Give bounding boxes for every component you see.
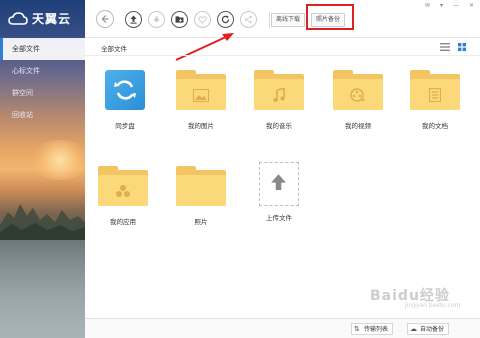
file-label: 照片 bbox=[194, 218, 208, 226]
sidebar-item-starred[interactable]: 心标文件 bbox=[0, 60, 85, 82]
status-bar: ⇅ 传输列表 ☁ 自动备份 bbox=[85, 318, 480, 338]
file-label: 同步盘 bbox=[115, 122, 135, 130]
download-icon bbox=[153, 16, 160, 23]
folder-icon bbox=[176, 166, 226, 206]
mountains-illustration bbox=[0, 204, 85, 240]
grid-view-icon[interactable] bbox=[458, 43, 466, 51]
share-icon bbox=[244, 15, 252, 24]
watermark-sub: jingyan.baidu.com bbox=[405, 302, 461, 309]
sidebar-item-label: 回收站 bbox=[12, 111, 33, 119]
cloud-logo-icon bbox=[8, 11, 28, 25]
heart-icon bbox=[198, 16, 207, 24]
sidebar-item-label: 群空间 bbox=[12, 89, 33, 97]
sidebar-nav: 全部文件 心标文件 群空间 回收站 bbox=[0, 38, 85, 126]
file-label: 我的文档 bbox=[422, 122, 448, 130]
water-reflection bbox=[0, 240, 85, 338]
toolbar-divider bbox=[269, 12, 270, 28]
sync-disk-icon bbox=[105, 70, 145, 110]
file-item-my-documents[interactable]: 我的文档 bbox=[405, 70, 465, 130]
upload-arrow-icon bbox=[271, 174, 286, 190]
transfer-icon: ⇅ bbox=[354, 325, 360, 333]
sidebar-item-group-space[interactable]: 群空间 bbox=[0, 82, 85, 104]
image-icon bbox=[193, 88, 209, 102]
file-item-my-apps[interactable]: 我的应用 bbox=[93, 166, 153, 226]
folder-icon bbox=[410, 70, 460, 110]
file-label: 上传文件 bbox=[266, 214, 292, 222]
back-arrow-icon bbox=[101, 15, 109, 23]
file-grid: 同步盘 我的图片 我的音乐 我的视频 我的文档 我的应用 照片 上传文件 bbox=[85, 56, 480, 318]
transfer-list-button[interactable]: ⇅ 传输列表 bbox=[351, 323, 394, 335]
upload-button[interactable] bbox=[125, 11, 142, 28]
app-logo: 天翼云 bbox=[8, 10, 71, 27]
folder-icon bbox=[98, 166, 148, 206]
minimize-icon[interactable]: — bbox=[453, 2, 459, 9]
file-item-photos[interactable]: 照片 bbox=[171, 166, 231, 226]
annotation-highlight-box bbox=[306, 4, 354, 30]
file-item-sync[interactable]: 同步盘 bbox=[95, 70, 155, 130]
app-name: 天翼云 bbox=[32, 12, 72, 26]
upload-placeholder bbox=[259, 162, 299, 206]
message-icon[interactable]: ✉ bbox=[425, 2, 430, 9]
file-label: 我的音乐 bbox=[266, 122, 292, 130]
toolbar: 离线下载 照片备份 ✉ ▾ — ✕ bbox=[85, 0, 480, 38]
music-note-icon bbox=[273, 88, 285, 102]
folder-icon bbox=[176, 70, 226, 110]
film-reel-icon bbox=[350, 88, 365, 102]
cloud-backup-icon: ☁ bbox=[410, 325, 417, 333]
file-item-my-pictures[interactable]: 我的图片 bbox=[171, 70, 231, 130]
breadcrumb[interactable]: 全部文件 bbox=[101, 43, 127, 53]
file-item-upload[interactable]: 上传文件 bbox=[249, 162, 309, 222]
content-header: 全部文件 bbox=[85, 38, 480, 56]
sidebar-item-all-files[interactable]: 全部文件 bbox=[0, 38, 85, 60]
sidebar-item-label: 全部文件 bbox=[12, 45, 40, 53]
apps-icon bbox=[116, 185, 130, 197]
file-label: 我的视频 bbox=[345, 122, 371, 130]
sidebar-item-label: 心标文件 bbox=[12, 67, 40, 75]
file-item-my-music[interactable]: 我的音乐 bbox=[249, 70, 309, 130]
file-label: 我的应用 bbox=[110, 218, 136, 226]
window-controls: ✉ ▾ — ✕ bbox=[425, 2, 474, 9]
share-button[interactable] bbox=[240, 11, 257, 28]
folder-icon bbox=[333, 70, 383, 110]
upload-icon bbox=[130, 15, 137, 24]
list-view-icon[interactable] bbox=[440, 43, 450, 51]
sunset-glow bbox=[30, 140, 85, 180]
menu-icon[interactable]: ▾ bbox=[440, 2, 443, 9]
transfer-label: 传输列表 bbox=[364, 326, 389, 333]
file-label: 我的图片 bbox=[188, 122, 214, 130]
refresh-icon bbox=[221, 15, 230, 24]
sidebar-item-recycle-bin[interactable]: 回收站 bbox=[0, 104, 85, 126]
back-button[interactable] bbox=[96, 10, 114, 28]
document-icon bbox=[429, 88, 441, 102]
offline-download-button[interactable]: 离线下载 bbox=[271, 13, 306, 27]
auto-backup-label: 自动备份 bbox=[420, 326, 445, 333]
auto-backup-button[interactable]: ☁ 自动备份 bbox=[407, 323, 450, 335]
file-item-my-videos[interactable]: 我的视频 bbox=[328, 70, 388, 130]
sidebar: 天翼云 全部文件 心标文件 群空间 回收站 bbox=[0, 0, 85, 338]
download-button[interactable] bbox=[148, 11, 165, 28]
close-icon[interactable]: ✕ bbox=[469, 2, 474, 9]
new-folder-icon bbox=[175, 16, 184, 23]
folder-icon bbox=[254, 70, 304, 110]
